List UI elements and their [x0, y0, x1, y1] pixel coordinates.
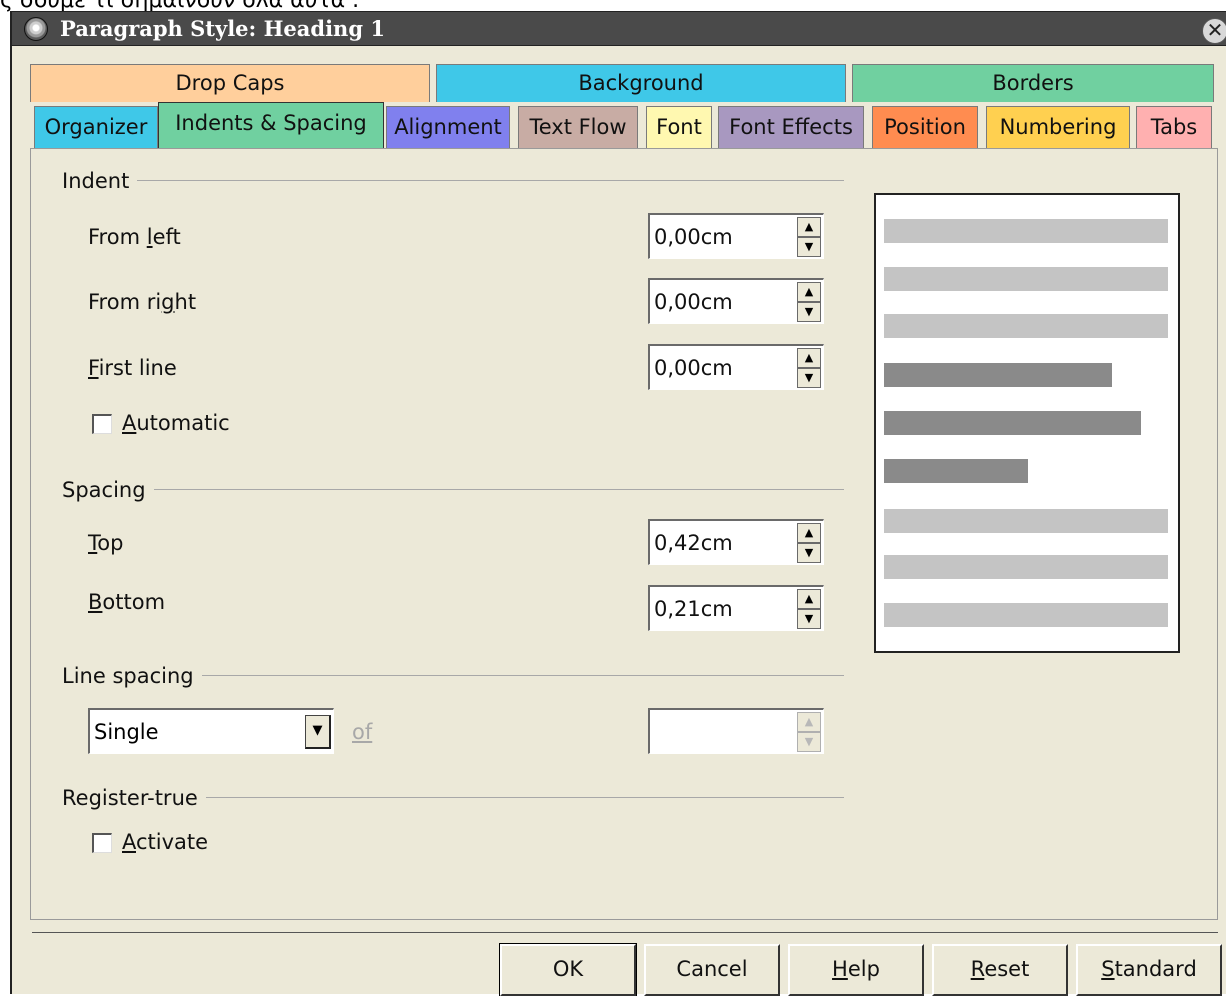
tab-organizer[interactable]: Organizer: [34, 106, 158, 148]
from-right-label: From right: [88, 290, 197, 314]
paragraph-preview: [874, 193, 1180, 653]
decrement-icon[interactable]: ▼: [797, 609, 821, 629]
app-icon: [24, 17, 48, 41]
tab-indents-spacing[interactable]: Indents & Spacing: [158, 102, 384, 150]
bottom-value[interactable]: 0,21cm: [654, 596, 733, 622]
from-right-spinbox[interactable]: 0,00cm ▲ ▼: [648, 278, 824, 324]
bottom-label: Bottom: [88, 590, 166, 614]
standard-button[interactable]: Standard: [1076, 944, 1222, 996]
from-right-value[interactable]: 0,00cm: [654, 289, 733, 315]
decrement-icon[interactable]: ▼: [797, 543, 821, 563]
tab-alignment[interactable]: Alignment: [386, 106, 510, 148]
of-label: of: [352, 720, 373, 744]
tab-text-flow[interactable]: Text Flow: [518, 106, 638, 148]
tab-borders[interactable]: Borders: [852, 64, 1214, 102]
window-title: Paragraph Style: Heading 1: [60, 16, 385, 41]
increment-icon[interactable]: ▲: [797, 282, 821, 302]
first-line-label: First line: [88, 356, 177, 380]
button-divider: [32, 932, 1218, 933]
top-spinbox[interactable]: 0,42cm ▲ ▼: [648, 519, 824, 565]
paragraph-style-dialog: Paragraph Style: Heading 1 ✕ Drop Caps B…: [10, 11, 1226, 996]
from-left-label: From left: [88, 225, 181, 249]
close-icon[interactable]: ✕: [1202, 18, 1226, 44]
activate-checkbox[interactable]: [92, 833, 112, 853]
line-spacing-value-spinbox[interactable]: ▲ ▼: [648, 708, 824, 754]
title-bar[interactable]: Paragraph Style: Heading 1 ✕: [12, 12, 1226, 46]
preview-line: [884, 555, 1168, 579]
ok-button[interactable]: OK: [499, 943, 637, 996]
help-button[interactable]: Help: [788, 944, 924, 996]
register-true-group-label: Register-true: [62, 785, 206, 811]
preview-line: [884, 219, 1168, 243]
increment-icon[interactable]: ▲: [797, 523, 821, 543]
indent-group-line: [62, 180, 844, 181]
from-left-spinbox[interactable]: 0,00cm ▲ ▼: [648, 213, 824, 259]
line-spacing-select[interactable]: Single ▼: [88, 708, 334, 754]
increment-icon[interactable]: ▲: [797, 589, 821, 609]
tab-numbering[interactable]: Numbering: [986, 106, 1130, 148]
line-spacing-value[interactable]: Single: [94, 719, 159, 745]
chevron-down-icon[interactable]: ▼: [305, 715, 331, 749]
bottom-spinbox[interactable]: 0,21cm ▲ ▼: [648, 585, 824, 631]
first-line-value[interactable]: 0,00cm: [654, 355, 733, 381]
decrement-icon[interactable]: ▼: [797, 237, 821, 257]
preview-line: [884, 363, 1112, 387]
activate-label[interactable]: Activate: [122, 829, 208, 855]
preview-line: [884, 267, 1168, 291]
decrement-icon[interactable]: ▼: [797, 368, 821, 388]
automatic-label[interactable]: Automatic: [122, 410, 230, 436]
increment-icon[interactable]: ▲: [797, 217, 821, 237]
reset-button[interactable]: Reset: [932, 944, 1068, 996]
preview-line: [884, 509, 1168, 533]
tab-drop-caps[interactable]: Drop Caps: [30, 64, 430, 102]
preview-line: [884, 411, 1141, 435]
top-value[interactable]: 0,42cm: [654, 530, 733, 556]
line-spacing-group-label: Line spacing: [62, 663, 202, 689]
increment-icon[interactable]: ▲: [797, 348, 821, 368]
preview-line: [884, 603, 1168, 627]
preview-line: [884, 314, 1168, 338]
indent-group-label: Indent: [62, 168, 138, 194]
cancel-button[interactable]: Cancel: [644, 944, 780, 996]
tab-font-effects[interactable]: Font Effects: [718, 106, 864, 148]
first-line-spinbox[interactable]: 0,00cm ▲ ▼: [648, 344, 824, 390]
automatic-checkbox[interactable]: [92, 414, 112, 434]
tab-background[interactable]: Background: [436, 64, 846, 102]
increment-icon[interactable]: ▲: [797, 712, 821, 732]
tab-font[interactable]: Font: [646, 106, 712, 148]
decrement-icon[interactable]: ▼: [797, 732, 821, 752]
decrement-icon[interactable]: ▼: [797, 302, 821, 322]
tab-tabs[interactable]: Tabs: [1136, 106, 1212, 148]
spacing-group-label: Spacing: [62, 477, 154, 503]
spacing-group-line: [62, 489, 844, 490]
preview-line: [884, 459, 1028, 483]
from-left-value[interactable]: 0,00cm: [654, 224, 733, 250]
tab-position[interactable]: Position: [872, 106, 978, 148]
top-label: Top: [88, 531, 124, 555]
